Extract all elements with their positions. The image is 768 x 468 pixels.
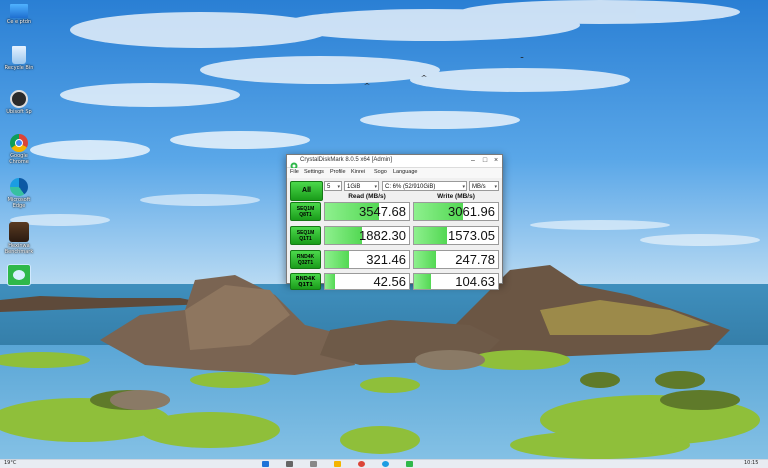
desktop-icon-crystaldiskmark[interactable] [2,264,36,286]
desktop-icon-recycle-bin[interactable]: Recycle Bin [2,46,36,71]
test-button-rnd4k-q1t1[interactable]: RND4K Q1T1 [290,273,321,290]
edge-taskbar-icon[interactable] [382,461,389,467]
weather-text[interactable]: 19°C [4,460,16,466]
read-bar [325,274,336,289]
write-bar [414,274,431,289]
this-pc-icon [10,4,28,18]
desktop-icon-label: Google Chrome [9,153,29,165]
desktop-icon-label: Recycle Bin [4,65,34,71]
test-param: Q1T1 [298,282,313,288]
chrome-taskbar-icon[interactable] [358,461,365,467]
desktop-icon-label: Hexinwa Benchmark [4,243,34,255]
start-icon[interactable] [262,461,269,467]
read-value: 42.56 [373,274,406,289]
desktop-icon-hexinwa[interactable]: Hexinwa Benchmark [2,222,36,255]
desktop-icon-this-pc[interactable]: Ce e ptdn [2,4,36,25]
crystaldiskmark-icon [7,264,31,286]
file-explorer-icon[interactable] [334,461,341,467]
write-value: 104.63 [455,274,495,289]
desktop-icon-edge[interactable]: Microsoft Edge [2,178,36,209]
chrome-icon [10,134,28,152]
search-icon[interactable] [286,461,293,467]
write-result-cell: 104.63 [413,273,499,290]
desktop-icon-label: Ubisoft Sp [6,109,32,115]
desktop-icon-app[interactable]: Ubisoft Sp [2,90,36,115]
recycle-bin-icon [12,46,26,64]
task-view-icon[interactable] [310,461,317,467]
desktop-icons: Ce e ptdn Recycle Bin Ubisoft Sp Google … [0,0,40,330]
desktop-icon-label: Ce e ptdn [6,19,32,25]
crystaldiskmark-results-row4: RND4K Q1T1 42.56 104.63 [287,155,500,290]
app-icon [10,90,28,108]
desktop-icon-chrome[interactable]: Google Chrome [2,134,36,165]
desktop-icon-label: Microsoft Edge [7,197,31,209]
hexinwa-icon [9,222,29,242]
read-result-cell: 42.56 [324,273,410,290]
clock[interactable]: 10:15 [744,460,758,466]
edge-icon [10,178,28,196]
crystaldiskmark-taskbar-icon[interactable] [406,461,413,467]
